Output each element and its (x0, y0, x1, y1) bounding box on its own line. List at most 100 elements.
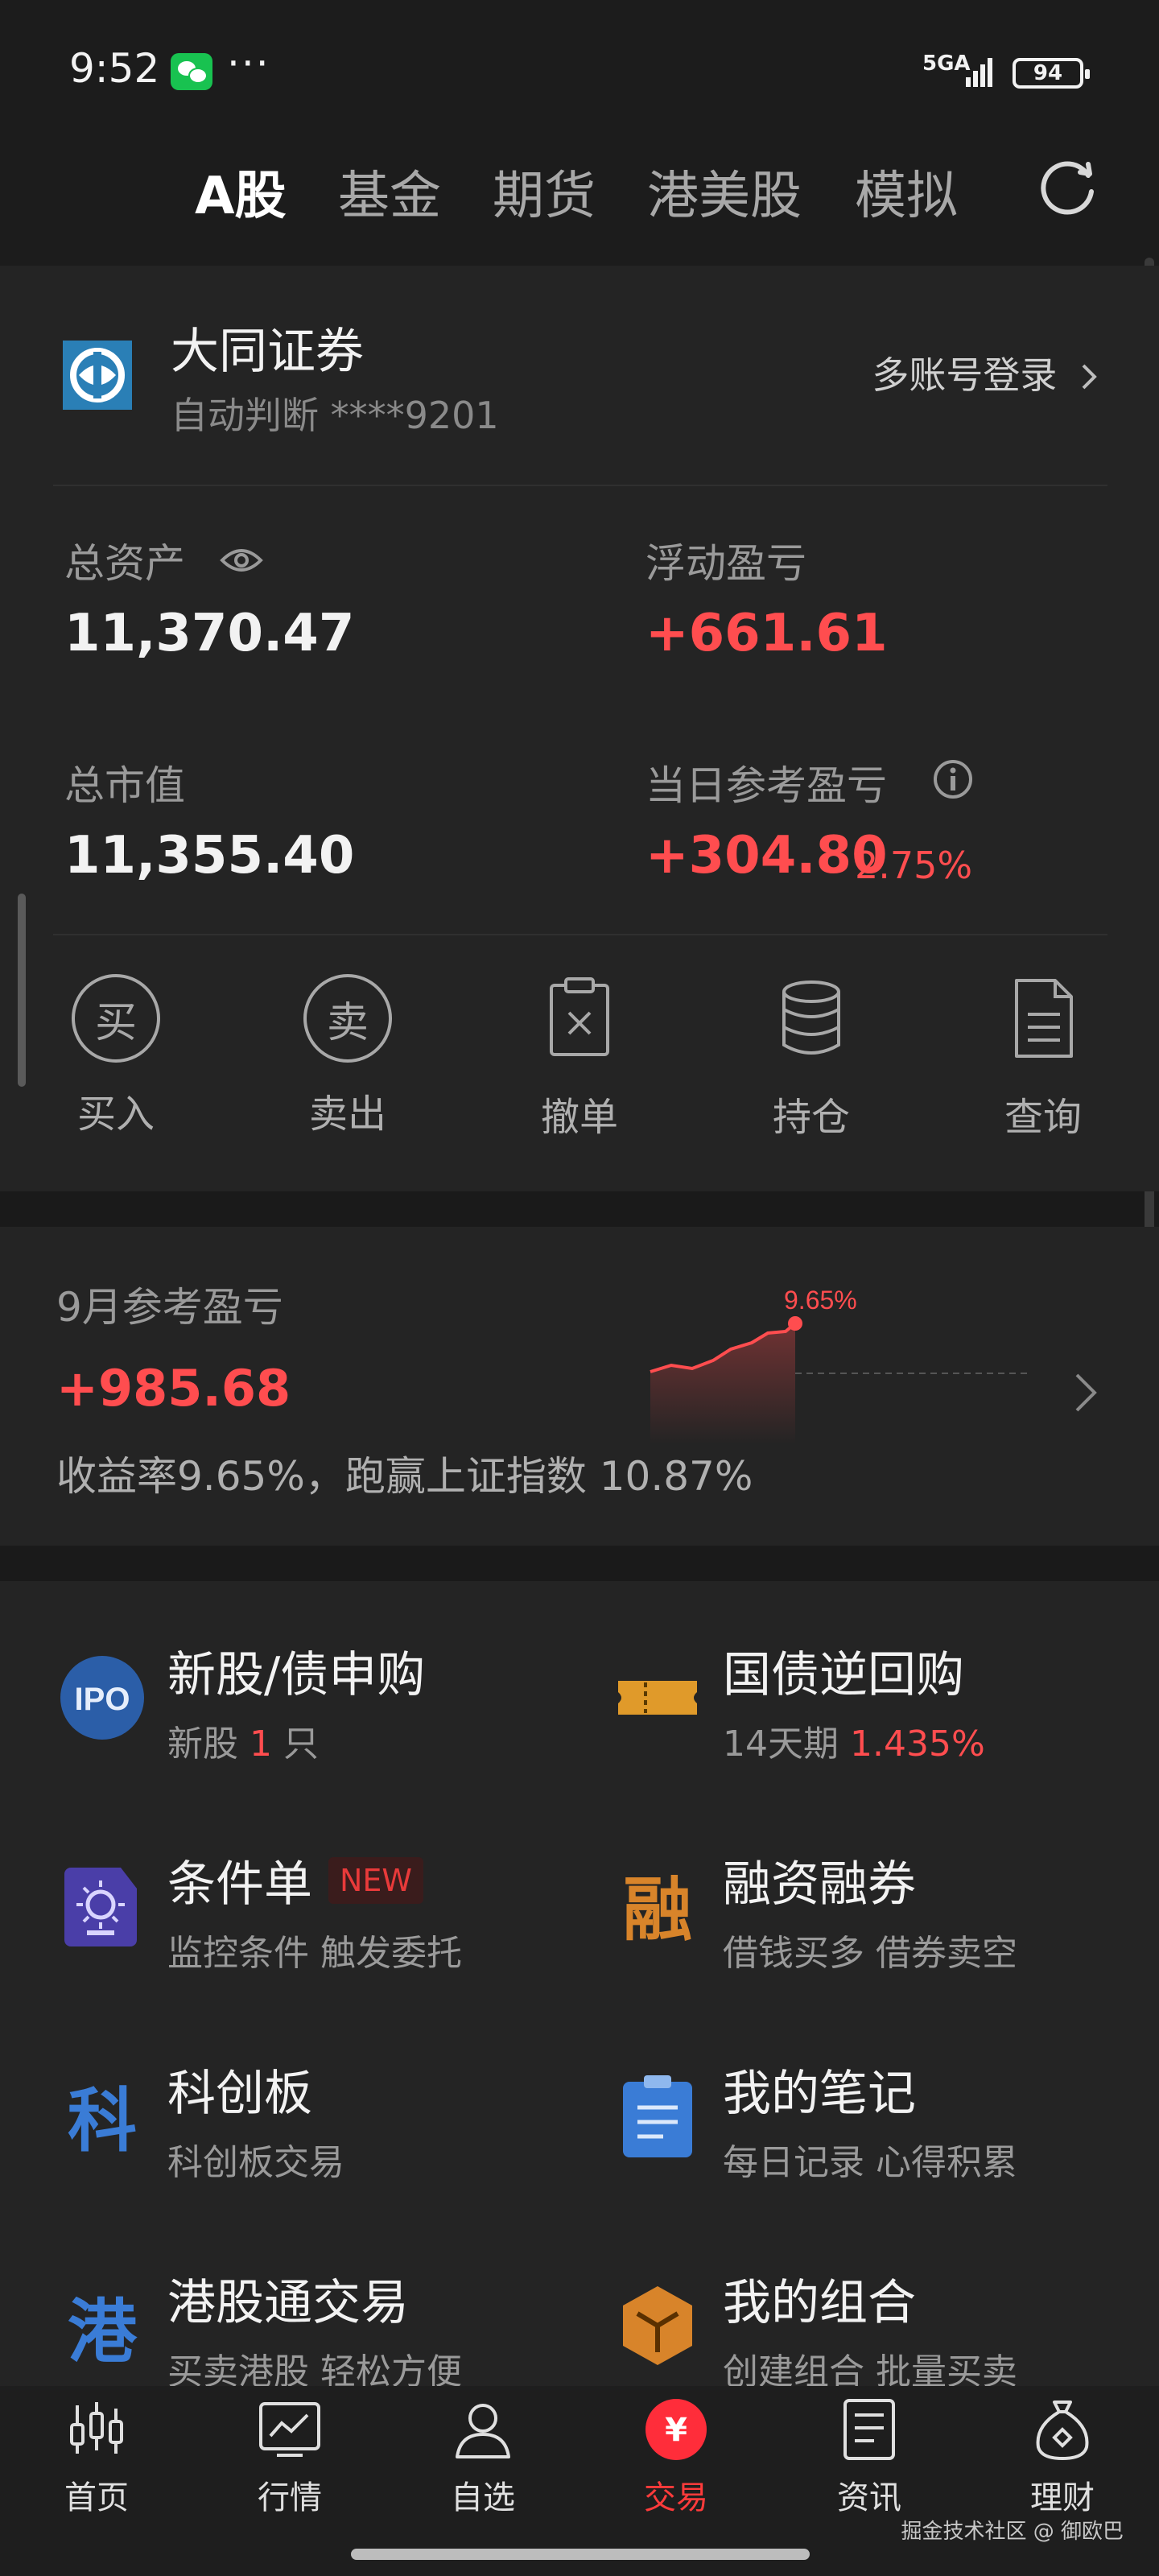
buy-glyph: 买 (72, 974, 160, 1063)
my-notes-subtitle: 每日记录 心得积累 (723, 2142, 1017, 2183)
account-number: 自动判断 ****9201 (171, 394, 499, 437)
holdings-button[interactable]: 持仓 (731, 974, 892, 1141)
cancel-order-button[interactable]: 撤单 (499, 974, 660, 1141)
bottom-navigation: 首页 行情 自选 ¥ 交易 资讯 理财 (0, 2386, 1159, 2576)
nav-market-label: 行情 (258, 2479, 322, 2516)
tab-futures[interactable]: 期货 (493, 155, 596, 229)
sell-label: 卖出 (308, 1092, 386, 1137)
wechat-notification-icon (171, 53, 212, 90)
notes-icon (623, 2075, 692, 2157)
reverse-repo-subtitle: 14天期 1.435% (723, 1724, 985, 1765)
my-notes-title: 我的笔记 (723, 2066, 916, 2122)
news-icon (843, 2399, 895, 2460)
status-time: 9:52 (69, 45, 160, 92)
sell-glyph: 卖 (303, 974, 392, 1063)
battery-icon: 94 (1013, 58, 1090, 89)
daily-pl-value: +304.80 (645, 826, 888, 886)
margin-icon: 融 (623, 1870, 692, 1951)
svg-text:科: 科 (68, 2081, 137, 2161)
refresh-icon[interactable] (1037, 155, 1101, 219)
svg-text:港: 港 (68, 2292, 138, 2370)
total-assets-label: 总资产 (64, 540, 185, 587)
star-market-item[interactable]: 科 科创板 科创板交易 (58, 2048, 605, 2209)
tab-simulation[interactable]: 模拟 (855, 155, 958, 229)
network-type: 5GA (922, 52, 971, 76)
market-icon (259, 2402, 320, 2457)
divider (53, 485, 1107, 486)
nav-news-label: 资讯 (837, 2479, 901, 2516)
info-icon[interactable] (932, 758, 974, 800)
top-tab-bar: A股 基金 期货 港美股 模拟 (0, 145, 1159, 266)
status-bar: 9:52 ··· 5GA 94 (0, 0, 1159, 145)
chevron-right-icon (1075, 1373, 1097, 1412)
multi-account-login-link[interactable]: 多账号登录 (872, 346, 1101, 399)
holdings-icon (782, 980, 840, 1055)
tab-a-shares[interactable]: A股 (195, 155, 287, 229)
sell-icon: 卖 (303, 974, 392, 1063)
margin-trading-title: 融资融券 (723, 1856, 916, 1913)
my-portfolio-title: 我的组合 (723, 2275, 916, 2331)
wealth-icon (1036, 2401, 1089, 2461)
query-label: 查询 (1004, 1095, 1082, 1140)
ipo-subtitle: 新股 1 只 (167, 1724, 319, 1765)
watermark: 掘金技术社区 @ 御欧巴 (901, 2520, 1124, 2544)
nav-watchlist[interactable]: 自选 (402, 2397, 563, 2518)
tab-funds[interactable]: 基金 (338, 155, 441, 229)
watchlist-icon (456, 2404, 510, 2458)
signal-icon (966, 56, 998, 87)
monthly-pl-sparkline: 9.65% (650, 1286, 1030, 1444)
monthly-pl-value: +985.68 (56, 1359, 291, 1418)
query-button[interactable]: 查询 (963, 974, 1124, 1141)
battery-level: 94 (1033, 61, 1063, 85)
star-market-subtitle: 科创板交易 (167, 2142, 344, 2183)
market-value: 11,355.40 (64, 826, 355, 886)
nav-home[interactable]: 首页 (16, 2397, 177, 2518)
ticket-icon (618, 1681, 697, 1715)
side-edge-indicator (18, 894, 26, 1087)
eye-icon[interactable] (219, 544, 264, 576)
star-market-title: 科创板 (167, 2066, 312, 2122)
condition-order-icon (64, 1868, 137, 1946)
buy-button[interactable]: 买 买入 (35, 974, 196, 1138)
sell-button[interactable]: 卖 卖出 (267, 974, 428, 1138)
multi-account-login-label: 多账号登录 (872, 353, 1058, 397)
svg-text:融: 融 (623, 1870, 692, 1951)
monthly-pl-card[interactable]: 9月参考盈亏 +985.68 收益率9.65%，跑赢上证指数 10.87% 9.… (0, 1227, 1159, 1546)
cancel-order-label: 撤单 (540, 1095, 618, 1140)
reverse-repo-item[interactable]: 国债逆回购 14天期 1.435% (613, 1629, 1159, 1790)
hk-connect-icon: 港 (68, 2292, 138, 2370)
svg-text:¥: ¥ (665, 2412, 687, 2449)
total-assets-value: 11,370.47 (64, 604, 355, 663)
nav-news[interactable]: 资讯 (789, 2397, 950, 2518)
margin-trading-item[interactable]: 融 融资融券 借钱买多 借券卖空 (613, 1839, 1159, 2000)
floating-pl-label: 浮动盈亏 (645, 540, 806, 587)
star-market-icon: 科 (68, 2081, 137, 2161)
nav-watchlist-label: 自选 (451, 2479, 515, 2516)
my-notes-item[interactable]: 我的笔记 每日记录 心得积累 (613, 2048, 1159, 2209)
nav-trade-label: 交易 (644, 2479, 708, 2516)
nav-wealth[interactable]: 理财 (982, 2397, 1143, 2518)
query-icon (1015, 979, 1073, 1058)
market-value-label: 总市值 (64, 762, 185, 809)
margin-trading-subtitle: 借钱买多 借券卖空 (723, 1933, 1017, 1974)
buy-label: 买入 (76, 1092, 155, 1137)
svg-text:IPO: IPO (75, 1682, 130, 1717)
ipo-subscription-item[interactable]: IPO 新股/债申购 新股 1 只 (58, 1629, 605, 1790)
tab-hk-us-stocks[interactable]: 港美股 (647, 155, 802, 229)
condition-order-subtitle: 监控条件 触发委托 (167, 1933, 462, 1974)
trade-icon: ¥ (645, 2399, 707, 2460)
nav-market[interactable]: 行情 (209, 2397, 370, 2518)
new-badge: NEW (328, 1857, 424, 1905)
ipo-title: 新股/债申购 (167, 1647, 426, 1703)
home-icon (70, 2402, 123, 2454)
floating-pl-value: +661.61 (645, 604, 888, 663)
monthly-return-description: 收益率9.65%，跑赢上证指数 10.87% (56, 1453, 753, 1500)
home-indicator[interactable] (351, 2549, 810, 2560)
condition-order-item[interactable]: 条件单 NEW 监控条件 触发委托 (58, 1839, 605, 2000)
nav-home-label: 首页 (64, 2479, 129, 2516)
sparkline-end-label: 9.65% (784, 1286, 857, 1315)
daily-pl-percent: 2.75% (855, 844, 973, 887)
condition-order-title: 条件单 NEW (167, 1845, 424, 1915)
nav-trade[interactable]: ¥ 交易 (596, 2397, 757, 2518)
holdings-label: 持仓 (772, 1095, 850, 1140)
